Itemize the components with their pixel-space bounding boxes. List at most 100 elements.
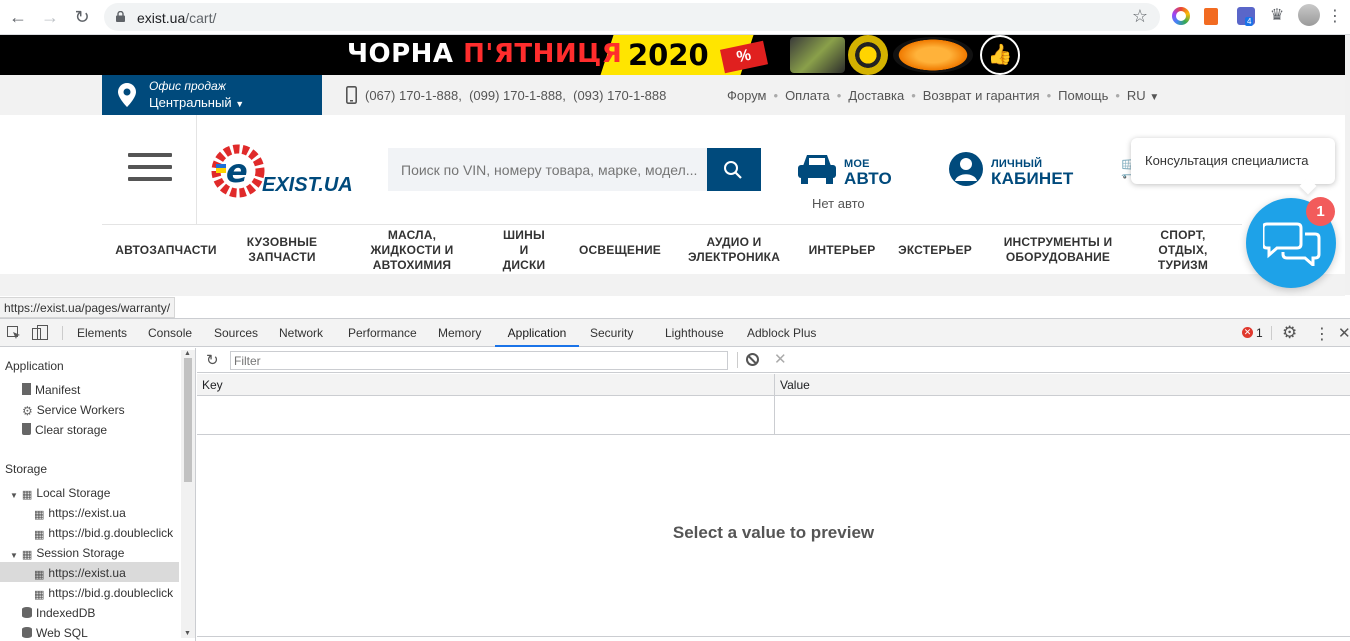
promo-banner[interactable]: ЧОРНА П'ЯТНИЦЯ 2020 % 👍 <box>0 35 1345 75</box>
device-toolbar-icon[interactable] <box>32 325 48 341</box>
inspect-element-icon[interactable] <box>7 326 21 340</box>
devtools-close-icon[interactable]: ✕ <box>1338 324 1350 342</box>
reload-icon[interactable]: ↻ <box>71 6 93 28</box>
logo-text: EXIST.UA <box>262 174 353 196</box>
category-interior[interactable]: ИНТЕРЬЕР <box>802 225 882 275</box>
filter-product-image <box>893 37 973 73</box>
filter-input[interactable] <box>230 351 728 370</box>
refresh-icon[interactable]: ↻ <box>206 351 219 369</box>
sidebar-item-local-doubleclick[interactable]: ▦ https://bid.g.doubleclick <box>34 526 179 541</box>
category-tires[interactable]: ШИНЫ И ДИСКИ <box>494 225 554 275</box>
database-icon <box>22 607 32 618</box>
page-scrollbar[interactable] <box>1345 35 1350 295</box>
tab-network[interactable]: Network <box>279 319 323 347</box>
sidebar-item-clear-storage[interactable]: Clear storage <box>22 423 107 437</box>
nav-delivery[interactable]: Доставка <box>848 88 904 103</box>
scroll-down-icon[interactable]: ▼ <box>184 630 191 637</box>
tab-performance[interactable]: Performance <box>348 319 417 347</box>
personal-cabinet-button[interactable]: ЛИЧНЫЙ КАБИНЕТ <box>948 150 1073 190</box>
category-tools[interactable]: ИНСТРУМЕНТЫ И ОБОРУДОВАНИЕ <box>998 225 1118 275</box>
bottom-divider <box>197 636 1350 637</box>
sidebar-item-indexeddb[interactable]: IndexedDB <box>22 606 95 620</box>
back-icon[interactable]: ← <box>7 6 29 28</box>
kebab-menu-icon[interactable]: ⋮ <box>1324 6 1346 28</box>
tab-application[interactable]: Application <box>495 319 579 347</box>
chat-tooltip[interactable]: Консультация специалиста <box>1131 138 1335 184</box>
sidebar-item-local-storage[interactable]: ▼ ▦ Local Storage <box>10 486 110 501</box>
column-header-value[interactable]: Value <box>780 378 810 392</box>
nav-payment[interactable]: Оплата <box>785 88 830 103</box>
sidebar-scrollbar[interactable]: ▲ ▼ <box>181 350 195 638</box>
sidebar-scroll-thumb[interactable] <box>184 358 192 482</box>
cabinet-label: КАБИНЕТ <box>991 169 1074 188</box>
scroll-up-icon[interactable]: ▲ <box>184 350 191 357</box>
hamburger-menu-icon[interactable] <box>128 153 172 185</box>
category-sport[interactable]: СПОРТ, ОТДЫХ, ТУРИЗМ <box>1150 225 1216 275</box>
forward-icon[interactable]: → <box>39 6 61 28</box>
extension-shield-icon[interactable] <box>1204 8 1218 25</box>
product-image <box>848 35 888 75</box>
tab-console[interactable]: Console <box>148 319 192 347</box>
nav-returns[interactable]: Возврат и гарантия <box>923 88 1040 103</box>
category-autoparts[interactable]: АВТОЗАПЧАСТИ <box>112 225 220 275</box>
extension-color-icon[interactable] <box>1172 7 1190 25</box>
nav-forum[interactable]: Форум <box>727 88 767 103</box>
car-status: Нет авто <box>812 196 865 211</box>
sidebar-item-session-storage[interactable]: ▼ ▦ Session Storage <box>10 546 124 561</box>
table-grid-icon: ▦ <box>34 529 45 541</box>
language-selector[interactable]: RU <box>1127 88 1146 103</box>
tab-elements[interactable]: Elements <box>77 319 127 347</box>
phone-numbers[interactable]: (067) 170-1-888, (099) 170-1-888, (093) … <box>365 88 666 103</box>
devtools-more-icon[interactable]: ⋮ <box>1314 324 1330 344</box>
sidebar-item-websql[interactable]: Web SQL <box>22 626 88 640</box>
delete-selected-icon[interactable]: ✕ <box>774 350 787 368</box>
content-strip <box>0 274 1345 296</box>
toolbar-divider <box>737 352 738 368</box>
location-pin-icon <box>118 83 136 107</box>
category-oils[interactable]: МАСЛА, ЖИДКОСТИ И АВТОХИМИЯ <box>352 225 472 275</box>
address-bar[interactable]: exist.ua/cart/ ☆ <box>104 3 1160 31</box>
database-icon <box>22 627 32 638</box>
nav-help[interactable]: Помощь <box>1058 88 1108 103</box>
profile-avatar[interactable] <box>1298 4 1320 26</box>
category-audio[interactable]: АУДИО И ЭЛЕКТРОНИКА <box>684 225 784 275</box>
office-selector[interactable]: Офис продаж Центральный ▼ <box>102 75 322 115</box>
car-icon <box>798 155 836 184</box>
clear-all-icon[interactable] <box>746 353 759 366</box>
office-value: Центральный ▼ <box>149 95 245 110</box>
tab-memory[interactable]: Memory <box>438 319 481 347</box>
category-lighting[interactable]: ОСВЕЩЕНИЕ <box>574 225 666 275</box>
preview-placeholder: Select a value to preview <box>672 523 875 542</box>
search-button[interactable] <box>707 148 761 191</box>
sidebar-item-service-workers[interactable]: ⚙ Service Workers <box>22 403 125 418</box>
file-icon <box>22 383 31 395</box>
sidebar-item-local-exist[interactable]: ▦ https://exist.ua <box>34 506 126 521</box>
tab-adblock-plus[interactable]: Adblock Plus <box>747 319 816 347</box>
logo-gear-icon: e <box>211 144 265 198</box>
browser-toolbar: ← → ↻ exist.ua/cart/ ☆ 4 ♛ ⋮ <box>0 0 1350 35</box>
search-input[interactable] <box>388 148 708 191</box>
category-body-parts[interactable]: КУЗОВНЫЕ ЗАПЧАСТИ <box>236 225 328 275</box>
error-icon[interactable]: ✕ <box>1242 327 1253 338</box>
column-header-key[interactable]: Key <box>202 378 223 392</box>
category-nav: АВТОЗАПЧАСТИ КУЗОВНЫЕ ЗАПЧАСТИ МАСЛА, ЖИ… <box>102 224 1242 274</box>
settings-gear-icon[interactable]: ⚙ <box>1282 323 1297 343</box>
extensions-puzzle-icon[interactable]: ♛ <box>1268 7 1286 25</box>
lock-icon <box>116 11 125 22</box>
tab-security[interactable]: Security <box>590 319 633 347</box>
column-divider[interactable] <box>774 374 775 435</box>
url-text: exist.ua/cart/ <box>137 10 217 26</box>
error-count[interactable]: 1 <box>1256 326 1263 340</box>
application-sidebar: Application Manifest ⚙ Service Workers Cl… <box>0 348 196 641</box>
tab-lighthouse[interactable]: Lighthouse <box>665 319 724 347</box>
tab-sources[interactable]: Sources <box>214 319 258 347</box>
sidebar-item-session-exist[interactable]: ▦ https://exist.ua <box>34 566 126 581</box>
sidebar-item-manifest[interactable]: Manifest <box>22 383 80 397</box>
extension-badge: 4 <box>1245 17 1254 26</box>
my-car-button[interactable]: МОЕ АВТО Нет авто <box>797 150 892 215</box>
extension-gear-icon[interactable]: 4 <box>1237 7 1255 26</box>
bookmark-star-icon[interactable]: ☆ <box>1132 6 1148 27</box>
exist-logo[interactable]: e EXIST.UA <box>210 142 360 200</box>
category-exterior[interactable]: ЭКСТЕРЬЕР <box>894 225 976 275</box>
sidebar-item-session-doubleclick[interactable]: ▦ https://bid.g.doubleclick <box>34 586 179 601</box>
